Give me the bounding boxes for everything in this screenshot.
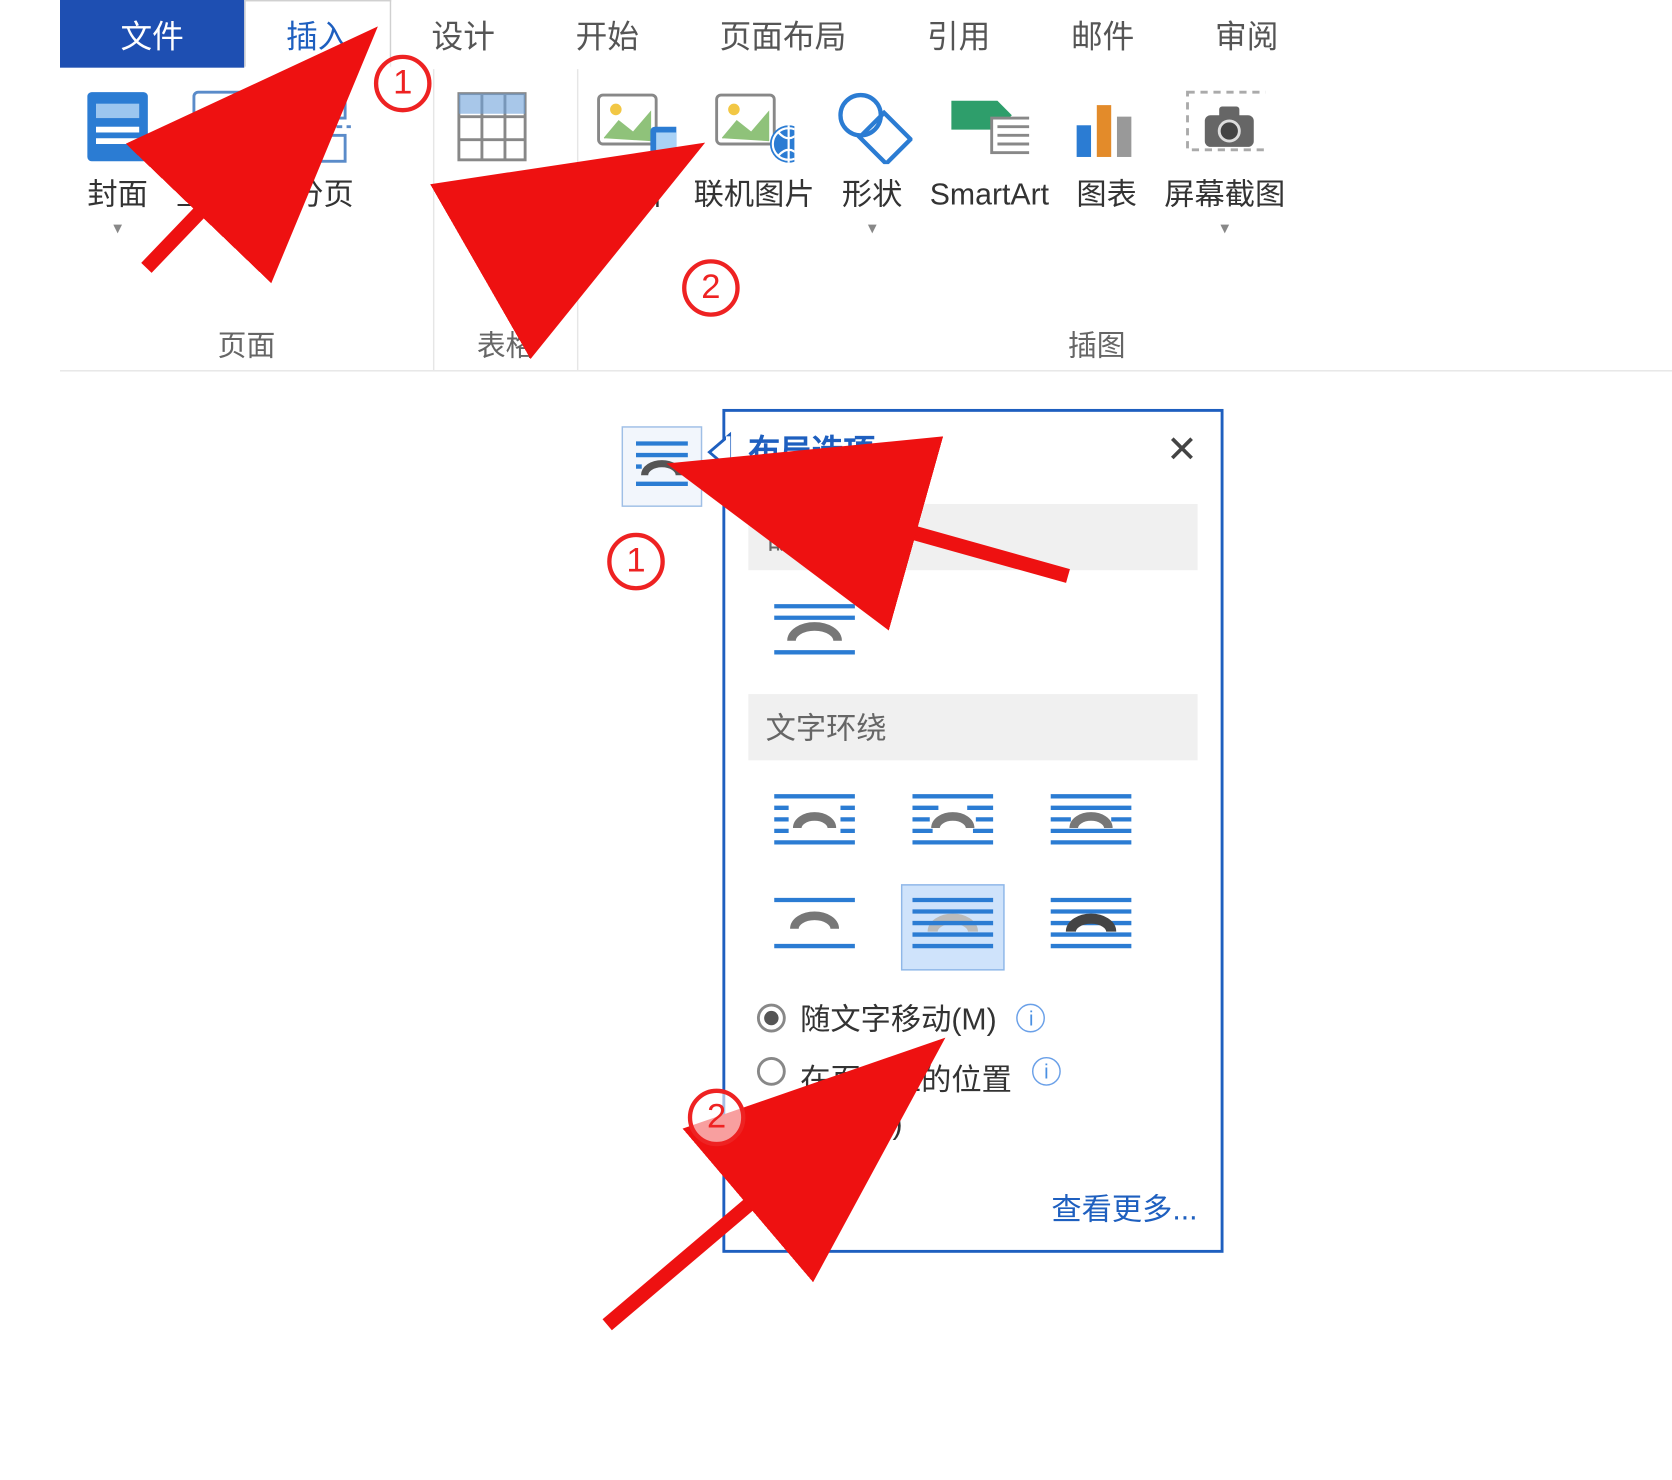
radio-move-label: 随文字移动(M) xyxy=(800,996,997,1039)
group-illustrations: 图片 联机图片 形状 ▾ xyxy=(578,69,1615,370)
table-icon xyxy=(452,86,533,167)
shapes-label: 形状 xyxy=(842,176,902,215)
layout-options-icon xyxy=(630,431,693,502)
page-break-icon xyxy=(283,86,364,167)
group-tables-label: 表格 xyxy=(443,314,568,364)
tab-references[interactable]: 引用 xyxy=(887,0,1031,68)
tab-review[interactable]: 审阅 xyxy=(1175,0,1319,68)
shapes-button[interactable]: 形状 ▾ xyxy=(823,81,921,238)
wrap-through-icon xyxy=(1048,787,1134,860)
group-pages-label: 页面 xyxy=(69,314,425,364)
table-button[interactable]: 表格 ▾ xyxy=(443,81,541,238)
annotation-circle-1b: 1 xyxy=(607,533,665,591)
layout-options-launcher[interactable] xyxy=(622,426,703,507)
blank-page-button[interactable]: 空白页 xyxy=(167,81,275,215)
wrap-option-tight[interactable] xyxy=(901,780,1005,866)
screenshot-button[interactable]: + 屏幕截图 ▾ xyxy=(1156,81,1294,238)
radio-move-with-text[interactable]: 随文字移动(M) i xyxy=(748,988,1197,1048)
close-icon: ✕ xyxy=(1166,427,1197,470)
ribbon-body: 封面 ▾ 空白页 分页 页面 xyxy=(60,69,1672,371)
tab-home[interactable]: 开始 xyxy=(535,0,679,68)
wrap-square-icon xyxy=(771,787,857,860)
tab-page-layout[interactable]: 页面布局 xyxy=(679,0,886,68)
smartart-label: SmartArt xyxy=(930,176,1049,215)
online-picture-button[interactable]: 联机图片 xyxy=(685,81,823,215)
wrap-option-behind[interactable] xyxy=(901,884,1005,970)
ribbon-tabs: 文件 插入 设计 开始 页面布局 引用 邮件 审阅 xyxy=(60,0,1672,69)
tab-file[interactable]: 文件 xyxy=(60,0,244,68)
info-icon[interactable]: i xyxy=(1017,1004,1046,1033)
wrap-behind-icon xyxy=(910,891,996,964)
blank-page-label: 空白页 xyxy=(175,176,266,215)
popup-close-button[interactable]: ✕ xyxy=(1166,427,1197,472)
see-more-link[interactable]: 查看更多... xyxy=(748,1187,1197,1230)
wrap-option-topbottom[interactable] xyxy=(763,884,867,970)
online-picture-icon xyxy=(714,86,795,167)
picture-label: 图片 xyxy=(606,176,666,215)
group-illustrations-label: 插图 xyxy=(587,314,1607,364)
wrap-front-icon xyxy=(1048,891,1134,964)
tab-insert[interactable]: 插入 xyxy=(244,0,391,68)
chart-label: 图表 xyxy=(1076,176,1136,215)
page-break-label: 分页 xyxy=(293,176,353,215)
group-pages: 封面 ▾ 空白页 分页 页面 xyxy=(60,69,434,370)
dropdown-caret-icon: ▾ xyxy=(868,218,877,238)
dropdown-caret-icon: ▾ xyxy=(1220,218,1229,238)
section-wrap-header: 文字环绕 xyxy=(748,694,1197,760)
picture-button[interactable]: 图片 xyxy=(587,81,685,215)
online-picture-label: 联机图片 xyxy=(694,176,815,215)
blank-page-icon xyxy=(180,86,261,167)
table-label: 表格 xyxy=(462,176,522,215)
app-stage: 文件 插入 设计 开始 页面布局 引用 邮件 审阅 封面 ▾ xyxy=(60,0,1672,1480)
radio-icon xyxy=(757,1057,786,1086)
chart-button[interactable]: 图表 xyxy=(1058,81,1156,215)
radio-fixed-position[interactable]: 在页面上的位置固定(N) i xyxy=(748,1048,1197,1152)
group-tables: 表格 ▾ 表格 xyxy=(434,69,578,370)
radio-fixed-label: 在页面上的位置固定(N) xyxy=(800,1057,1012,1143)
wrap-tight-icon xyxy=(910,787,996,860)
radio-icon xyxy=(757,1004,786,1033)
layout-options-popup: 布局选项 ✕ 嵌入型 文字环绕 xyxy=(722,409,1223,1253)
popup-title: 布局选项 xyxy=(748,426,875,472)
dropdown-caret-icon: ▾ xyxy=(488,218,497,238)
cover-page-label: 封面 xyxy=(87,176,147,215)
cover-page-icon xyxy=(77,86,158,167)
wrap-option-square[interactable] xyxy=(763,780,867,866)
info-icon[interactable]: i xyxy=(1032,1057,1061,1086)
wrap-option-front[interactable] xyxy=(1039,884,1143,970)
cover-page-button[interactable]: 封面 ▾ xyxy=(69,81,167,238)
wrap-inline-icon xyxy=(771,597,857,670)
chart-icon xyxy=(1066,86,1147,167)
picture-icon xyxy=(596,86,677,167)
annotation-circle-1a: 1 xyxy=(374,55,432,113)
wrap-option-inline[interactable] xyxy=(763,590,867,676)
dropdown-caret-icon: ▾ xyxy=(113,218,122,238)
smartart-icon xyxy=(949,86,1030,167)
wrap-topbottom-icon xyxy=(771,891,857,964)
annotation-circle-2a: 2 xyxy=(682,259,740,317)
smartart-button[interactable]: SmartArt xyxy=(921,81,1058,215)
shapes-icon xyxy=(832,86,913,167)
section-inline-header: 嵌入型 xyxy=(748,504,1197,570)
page-break-button[interactable]: 分页 xyxy=(275,81,373,215)
annotation-circle-2b: 2 xyxy=(688,1089,746,1147)
wrap-option-through[interactable] xyxy=(1039,780,1143,866)
screenshot-label: 屏幕截图 xyxy=(1164,176,1285,215)
screenshot-icon: + xyxy=(1184,86,1265,167)
tab-mailings[interactable]: 邮件 xyxy=(1031,0,1175,68)
